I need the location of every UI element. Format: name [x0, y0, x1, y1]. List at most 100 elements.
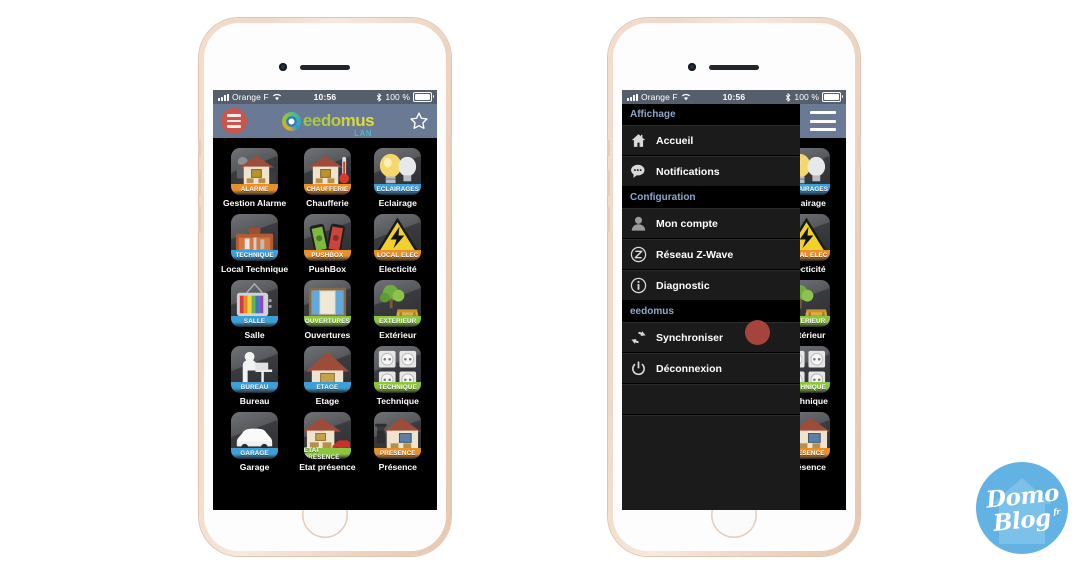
app-tile-band: EXTERIEUR — [374, 316, 422, 327]
app-tile-icon[interactable]: ECLAIRAGES — [374, 148, 422, 195]
app-tile[interactable]: GARAGE Garage — [221, 408, 288, 474]
menu-item-mon-compte[interactable]: Mon compte — [622, 208, 800, 239]
power-icon — [632, 361, 645, 376]
watermark-line2: Blog fr — [992, 504, 1061, 537]
menu-item-diagnostic[interactable]: Diagnostic — [622, 270, 800, 301]
volume-up-button[interactable] — [607, 170, 610, 196]
app-tile-icon[interactable]: ALARME — [231, 148, 279, 195]
menu-item-synchroniser[interactable]: Synchroniser — [622, 322, 800, 353]
app-tile-label: Extérieur — [379, 330, 417, 340]
hamburger-menu-icon[interactable] — [810, 111, 836, 131]
app-tile[interactable]: ECLAIRAGES Eclairage — [367, 144, 429, 210]
clock-label: 10:56 — [722, 92, 746, 102]
star-icon[interactable] — [409, 111, 429, 131]
app-tile-band: SALLE — [231, 316, 279, 327]
screenshot-stage: Orange F 10:56 100 % eedomus LAN ALARME … — [0, 0, 1080, 568]
menu-item-label: Notifications — [656, 165, 720, 178]
z-wave-icon — [630, 246, 647, 263]
earpiece-speaker — [709, 65, 759, 70]
brand-sub-label: LAN — [354, 129, 373, 138]
hamburger-menu-icon[interactable] — [221, 108, 247, 134]
app-tile-band: LOCAL ELEC — [374, 250, 422, 261]
menu-item-r-seau-z-wave[interactable]: Réseau Z-Wave — [622, 239, 800, 270]
earpiece-speaker — [300, 65, 350, 70]
clock-label: 10:56 — [313, 92, 337, 102]
menu-section-header: Affichage — [622, 104, 800, 125]
app-tile-band: GARAGE — [231, 448, 279, 459]
app-tile[interactable]: TECHNIQUE Technique — [367, 342, 429, 408]
menu-filler-row — [622, 384, 800, 415]
app-tile-icon[interactable]: CHAUFFERIE — [303, 148, 351, 195]
app-tile-icon[interactable]: ETAGE — [303, 346, 351, 393]
power-button[interactable] — [858, 136, 861, 166]
app-tile-icon[interactable]: OUVERTURES — [303, 280, 351, 327]
app-grid: ALARME Gestion Alarme CHAUFFERIE Chauffe… — [213, 138, 437, 474]
user-icon — [631, 216, 646, 231]
menu-empty-area — [622, 415, 800, 510]
home-icon — [630, 132, 647, 149]
screen-left: Orange F 10:56 100 % eedomus LAN ALARME … — [213, 90, 437, 510]
app-tile-band: BUREAU — [231, 382, 279, 393]
power-icon — [630, 360, 647, 377]
app-tile[interactable]: SALLE Salle — [221, 276, 288, 342]
app-tile[interactable]: ETAGE Etage — [296, 342, 358, 408]
user-icon — [630, 215, 647, 232]
app-tile-icon[interactable]: TECHNIQUE — [374, 346, 422, 393]
app-tile-icon[interactable]: LOCAL ELEC — [374, 214, 422, 261]
app-tile-band: OUVERTURES — [303, 316, 351, 327]
carrier-label: Orange F — [232, 92, 269, 102]
app-tile-label: Salle — [244, 330, 265, 340]
power-button[interactable] — [449, 136, 452, 166]
chat-bubble-icon — [630, 163, 647, 180]
menu-item-d-connexion[interactable]: Déconnexion — [622, 353, 800, 384]
watermark-tld: fr — [1052, 505, 1061, 517]
app-tile-icon[interactable]: PUSHBOX — [303, 214, 351, 261]
menu-item-accueil[interactable]: Accueil — [622, 125, 800, 156]
app-tile-label: Garage — [239, 462, 270, 472]
info-icon — [630, 277, 647, 294]
volume-up-button[interactable] — [198, 170, 201, 196]
app-tile-icon[interactable]: TECHNIQUE — [231, 214, 279, 261]
app-tile[interactable]: PUSHBOX PushBox — [296, 210, 358, 276]
app-tile[interactable]: CHAUFFERIE Chaufferie — [296, 144, 358, 210]
app-tile[interactable]: EXTERIEUR Extérieur — [367, 276, 429, 342]
app-tile[interactable]: BUREAU Bureau — [221, 342, 288, 408]
app-tile-label: Ouvertures — [304, 330, 351, 340]
app-tile-icon[interactable]: EXTERIEUR — [374, 280, 422, 327]
touch-indicator — [745, 320, 770, 345]
app-tile-icon[interactable]: PRESENCE — [374, 412, 422, 459]
app-tile-label: Electicité — [378, 264, 417, 274]
app-tile[interactable]: OUVERTURES Ouvertures — [296, 276, 358, 342]
app-tile-label: Gestion Alarme — [222, 198, 287, 208]
app-tile-label: PushBox — [308, 264, 346, 274]
z-wave-icon — [630, 246, 647, 263]
app-tile[interactable]: TECHNIQUE Local Technique — [221, 210, 288, 276]
refresh-icon — [630, 329, 647, 346]
menu-item-notifications[interactable]: Notifications — [622, 156, 800, 187]
phone-left: Orange F 10:56 100 % eedomus LAN ALARME … — [198, 18, 452, 556]
volume-down-button[interactable] — [607, 206, 610, 232]
app-tile-icon[interactable]: ETAT PRESENCE — [303, 412, 351, 459]
app-tile-icon[interactable]: SALLE — [231, 280, 279, 327]
chat-bubble-icon — [631, 164, 645, 178]
app-tile[interactable]: LOCAL ELEC Electicité — [367, 210, 429, 276]
app-tile[interactable]: PRESENCE Présence — [367, 408, 429, 474]
front-camera — [688, 63, 696, 71]
app-tile-band: ETAT PRESENCE — [303, 447, 351, 459]
app-tile[interactable]: ALARME Gestion Alarme — [221, 144, 288, 210]
volume-down-button[interactable] — [198, 206, 201, 232]
silent-switch[interactable] — [198, 140, 201, 156]
battery-percent-label: 100 % — [794, 92, 819, 102]
menu-section-header: eedomus — [622, 301, 800, 322]
app-tile-icon[interactable]: GARAGE — [231, 412, 279, 459]
info-icon — [630, 277, 647, 294]
home-icon — [631, 134, 646, 147]
refresh-icon — [631, 331, 646, 344]
app-tile-band: TECHNIQUE — [231, 250, 279, 261]
app-tile-label: Local Technique — [221, 264, 289, 274]
silent-switch[interactable] — [607, 140, 610, 156]
carrier-label: Orange F — [641, 92, 678, 102]
app-tile[interactable]: ETAT PRESENCE Etat présence — [296, 408, 358, 474]
app-tile-band: ECLAIRAGES — [374, 184, 422, 195]
app-tile-icon[interactable]: BUREAU — [231, 346, 279, 393]
